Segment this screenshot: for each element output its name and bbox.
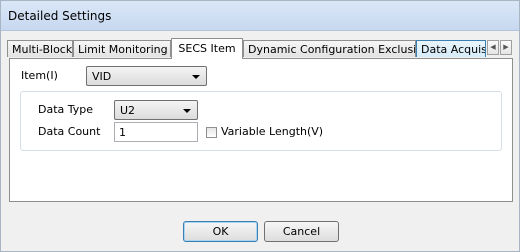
- data-count-value: 1: [119, 126, 126, 139]
- chevron-down-icon: [183, 109, 191, 113]
- ok-button[interactable]: OK: [183, 221, 258, 242]
- tab-scroll-left-icon[interactable]: ◀: [487, 40, 499, 55]
- variable-length-checkbox[interactable]: [206, 127, 217, 138]
- title-bar: Detailed Settings: [1, 1, 519, 31]
- detailed-settings-dialog: Detailed Settings Multi-Block Limit Moni…: [0, 0, 520, 252]
- tab-dynamic-configuration-exclusion[interactable]: Dynamic Configuration Exclusion: [243, 40, 416, 57]
- data-count-label: Data Count: [38, 125, 101, 138]
- tab-secs-item[interactable]: SECS Item: [171, 38, 243, 59]
- window-title: Detailed Settings: [8, 9, 112, 23]
- tab-data-acquisition[interactable]: Data Acquisi: [416, 40, 486, 57]
- cancel-button[interactable]: Cancel: [264, 221, 339, 242]
- variable-length-label[interactable]: Variable Length(V): [221, 125, 323, 138]
- item-select[interactable]: VID: [86, 66, 207, 86]
- data-type-label: Data Type: [38, 103, 94, 116]
- secs-item-panel: Item(I) VID Data Type U2 Data Count 1 Va…: [9, 58, 513, 202]
- item-select-value: VID: [92, 70, 112, 83]
- tab-limit-monitoring[interactable]: Limit Monitoring: [73, 40, 171, 57]
- data-count-field[interactable]: 1: [114, 122, 198, 142]
- data-type-select[interactable]: U2: [114, 100, 198, 120]
- chevron-down-icon: [192, 75, 200, 79]
- item-label: Item(I): [21, 69, 58, 82]
- tab-scroll-right-icon[interactable]: ▶: [500, 40, 512, 55]
- data-settings-group: Data Type U2 Data Count 1 Variable Lengt…: [20, 91, 502, 151]
- data-type-select-value: U2: [120, 104, 136, 117]
- tab-multi-block[interactable]: Multi-Block: [7, 40, 73, 57]
